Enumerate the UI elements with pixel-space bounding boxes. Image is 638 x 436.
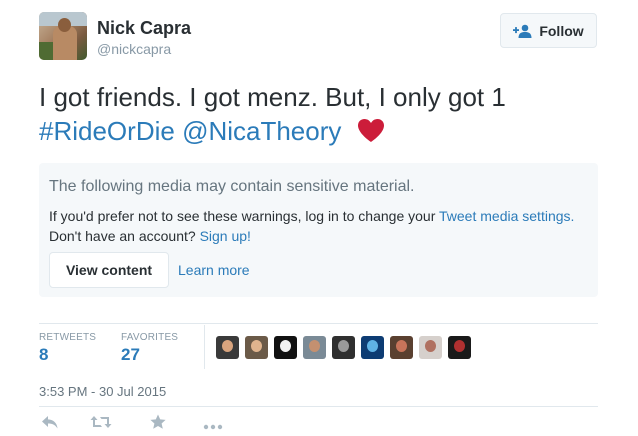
favoriters-list — [216, 336, 477, 359]
warning-title: The following media may contain sensitiv… — [49, 178, 415, 195]
warning-line-1-text: If you'd prefer not to see these warning… — [49, 208, 436, 224]
tweet-body: I got friends. I got menz. But, I only g… — [39, 82, 506, 112]
tweet-timestamp[interactable]: 3:53 PM - 30 Jul 2015 — [39, 384, 166, 399]
favorites-label[interactable]: FAVORITES — [121, 332, 178, 343]
favoriter-avatar[interactable] — [216, 336, 239, 359]
retweets-label[interactable]: RETWEETS — [39, 332, 96, 343]
favorites-count[interactable]: 27 — [121, 345, 140, 365]
stats-divider-top — [39, 323, 598, 324]
warning-line-2-text: Don't have an account? — [49, 228, 196, 244]
favoriter-avatar[interactable] — [245, 336, 268, 359]
warning-line-1: If you'd prefer not to see these warning… — [49, 208, 574, 224]
favoriter-avatar[interactable] — [274, 336, 297, 359]
follow-button-label: Follow — [539, 22, 584, 39]
add-user-icon — [513, 24, 533, 38]
tweet-text: I got friends. I got menz. But, I only g… — [39, 80, 609, 151]
hashtag-link[interactable]: #RideOrDie — [39, 116, 175, 146]
mention-link[interactable]: @NicaTheory — [182, 116, 341, 146]
retweet-icon[interactable] — [90, 414, 112, 435]
learn-more-link[interactable]: Learn more — [178, 262, 250, 278]
favoriter-avatar[interactable] — [332, 336, 355, 359]
actions-divider — [39, 406, 598, 407]
reply-icon[interactable] — [41, 414, 59, 435]
warning-line-2: Don't have an account? Sign up! — [49, 228, 251, 244]
sign-up-link[interactable]: Sign up! — [200, 228, 251, 244]
media-settings-link[interactable]: Tweet media settings. — [439, 208, 574, 224]
user-avatar[interactable] — [39, 12, 87, 60]
favoriter-avatar[interactable] — [448, 336, 471, 359]
favoriter-avatar[interactable] — [361, 336, 384, 359]
star-icon[interactable] — [149, 414, 167, 435]
follow-button[interactable]: Follow — [500, 13, 597, 48]
user-handle[interactable]: @nickcapra — [97, 41, 171, 57]
sensitive-media-warning: The following media may contain sensitiv… — [39, 163, 598, 297]
more-icon[interactable] — [203, 418, 223, 436]
user-name[interactable]: Nick Capra — [97, 18, 191, 39]
favoriter-avatar[interactable] — [419, 336, 442, 359]
favoriter-avatar[interactable] — [303, 336, 326, 359]
favoriter-avatar[interactable] — [390, 336, 413, 359]
retweets-count[interactable]: 8 — [39, 345, 48, 365]
heart-icon — [357, 117, 385, 151]
view-content-button[interactable]: View content — [49, 252, 169, 288]
stats-separator — [204, 325, 205, 369]
